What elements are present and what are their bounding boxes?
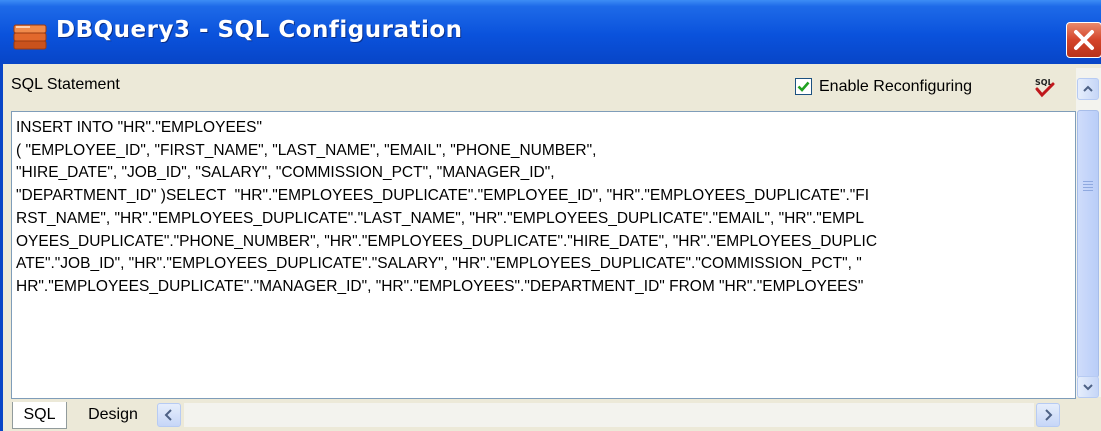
- sql-line: HR"."EMPLOYEES_DUPLICATE"."MANAGER_ID", …: [16, 277, 864, 295]
- chevron-down-icon: [1083, 384, 1093, 391]
- enable-reconfiguring-label[interactable]: Enable Reconfiguring: [819, 78, 972, 96]
- sql-line: "DEPARTMENT_ID" )SELECT "HR"."EMPLOYEES_…: [16, 187, 870, 205]
- sql-line: OYEES_DUPLICATE"."PHONE_NUMBER", "HR"."E…: [16, 232, 878, 250]
- scroll-grip-icon: [1083, 181, 1093, 193]
- tab-design[interactable]: Design: [72, 402, 154, 429]
- enable-reconfiguring-checkbox[interactable]: [795, 78, 812, 95]
- sql-line: ( "EMPLOYEE_ID", "FIRST_NAME", "LAST_NAM…: [16, 141, 597, 159]
- scroll-down-button[interactable]: [1077, 376, 1099, 398]
- database-icon: [13, 24, 47, 50]
- sql-statement-label: SQL Statement: [11, 76, 120, 93]
- sql-line: ATE"."JOB_ID", "HR"."EMPLOYEES_DUPLICATE…: [16, 255, 862, 273]
- sql-line: INSERT INTO "HR"."EMPLOYEES": [16, 119, 262, 136]
- sql-check-icon[interactable]: SQL: [1034, 76, 1056, 98]
- close-icon: [1074, 30, 1094, 50]
- scroll-up-button[interactable]: [1077, 78, 1099, 100]
- vertical-scroll-thumb[interactable]: [1077, 110, 1099, 378]
- checkmark-icon: [797, 81, 810, 92]
- window-titlebar: DBQuery3 - SQL Configuration: [0, 0, 1101, 64]
- chevron-up-icon: [1083, 85, 1093, 92]
- close-button[interactable]: [1066, 22, 1101, 58]
- chevron-right-icon: [1045, 409, 1053, 421]
- sql-editor[interactable]: INSERT INTO "HR"."EMPLOYEES" ( "EMPLOYEE…: [11, 111, 1076, 399]
- sql-line: "HIRE_DATE", "JOB_ID", "SALARY", "COMMIS…: [16, 164, 555, 182]
- sql-line: RST_NAME", "HR"."EMPLOYEES_DUPLICATE"."L…: [16, 209, 865, 227]
- scroll-right-button[interactable]: [1036, 403, 1060, 427]
- chevron-left-icon: [164, 409, 172, 421]
- window-title: DBQuery3 - SQL Configuration: [56, 17, 463, 43]
- scroll-left-button[interactable]: [157, 403, 181, 427]
- tab-sql[interactable]: SQL: [12, 402, 67, 429]
- horizontal-scrollbar-track[interactable]: [184, 403, 1034, 427]
